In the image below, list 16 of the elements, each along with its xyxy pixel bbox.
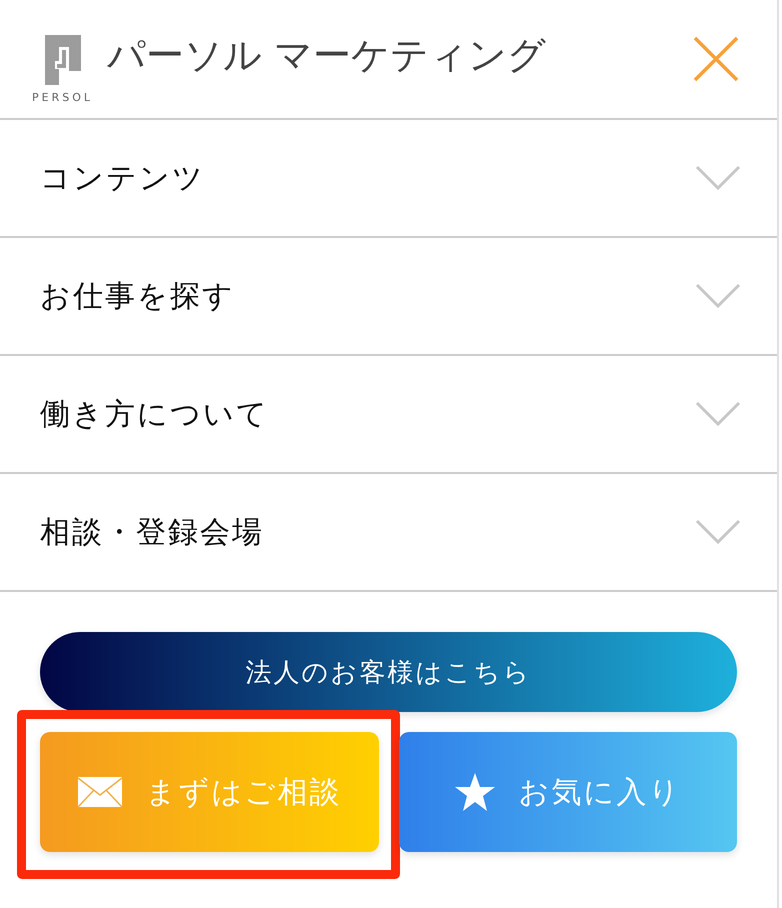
star-icon <box>454 772 496 812</box>
corporate-button[interactable]: 法人のお客様はこちら <box>40 632 737 712</box>
menu-item[interactable]: コンテンツ <box>0 120 777 238</box>
close-button[interactable] <box>693 36 739 82</box>
menu-item[interactable]: 働き方について <box>0 356 777 474</box>
menu-label: コンテンツ <box>40 160 205 198</box>
close-icon <box>693 36 739 82</box>
menu-label: お仕事を探す <box>40 278 235 316</box>
menu-item[interactable]: お仕事を探す <box>0 238 777 356</box>
brand-name: パーソル マーケティング <box>107 32 548 78</box>
menu-label: 働き方について <box>40 396 269 434</box>
envelope-icon <box>77 776 124 808</box>
menu-item[interactable]: 相談・登録会場 <box>0 474 777 592</box>
menu-label: 相談・登録会場 <box>40 514 264 552</box>
logo-caption: PERSOL <box>32 90 93 104</box>
logo-icon <box>44 34 80 84</box>
